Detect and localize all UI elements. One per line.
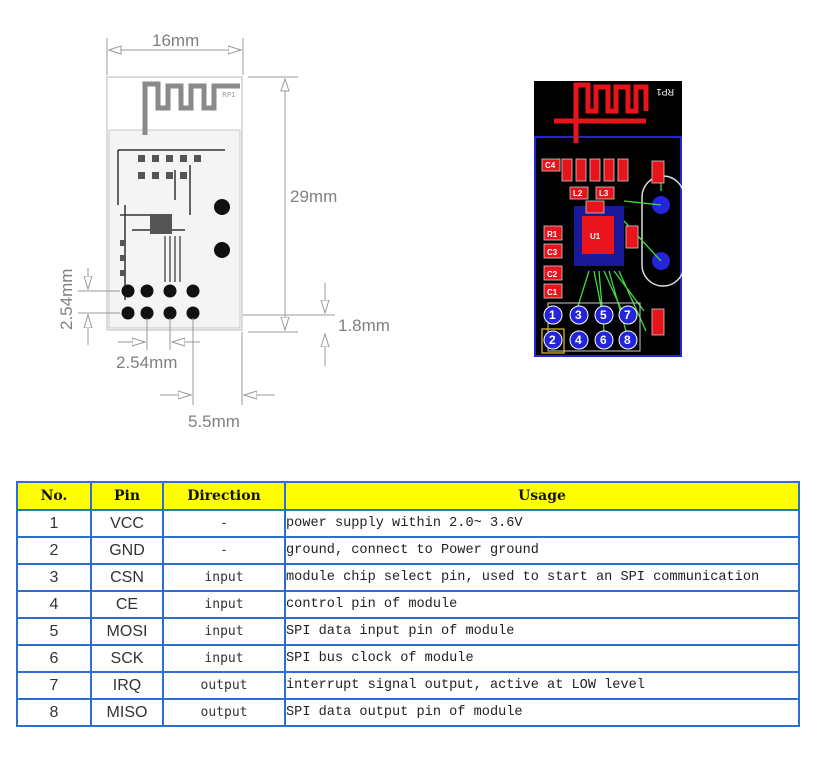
svg-text:C2: C2 bbox=[547, 270, 558, 279]
svg-text:8: 8 bbox=[624, 333, 631, 347]
cell-direction: input bbox=[162, 644, 286, 673]
svg-text:2: 2 bbox=[549, 333, 556, 347]
cell-no: 8 bbox=[16, 698, 92, 727]
cell-direction: output bbox=[162, 671, 286, 700]
svg-text:16mm: 16mm bbox=[152, 31, 199, 50]
table-row: 7 IRQ output interrupt signal output, activ… bbox=[16, 671, 800, 700]
header-direction: Direction bbox=[162, 481, 286, 511]
svg-text:5: 5 bbox=[600, 308, 607, 322]
cell-pin: GND bbox=[90, 536, 164, 565]
svg-text:5.5mm: 5.5mm bbox=[188, 412, 240, 431]
table-row: 2 GND - ground, connect to Power ground bbox=[16, 536, 800, 565]
cell-direction: output bbox=[162, 698, 286, 727]
cell-usage: control pin of module bbox=[284, 590, 800, 619]
svg-text:1.8mm: 1.8mm bbox=[338, 316, 390, 335]
cell-direction: - bbox=[162, 536, 286, 565]
table-header-row: No. Pin Direction Usage bbox=[16, 481, 800, 511]
table-row: 4 CE input control pin of module bbox=[16, 590, 800, 619]
silkscreen-label: RP1 bbox=[222, 91, 236, 99]
cell-direction: input bbox=[162, 563, 286, 592]
cell-usage: ground, connect to Power ground bbox=[284, 536, 800, 565]
cell-direction: input bbox=[162, 590, 286, 619]
cell-no: 4 bbox=[16, 590, 92, 619]
pin-table: No. Pin Direction Usage 1 VCC - power suppl… bbox=[16, 481, 800, 727]
cell-pin: MOSI bbox=[90, 617, 164, 646]
svg-text:4: 4 bbox=[575, 333, 582, 347]
cell-usage: module chip select pin, used to start an… bbox=[284, 563, 800, 592]
svg-text:L2: L2 bbox=[573, 189, 583, 198]
dimension-bottom-offset: 1.8mm bbox=[243, 283, 390, 366]
cell-no: 1 bbox=[16, 509, 92, 538]
dimension-height: 29mm bbox=[248, 76, 337, 333]
cell-direction: - bbox=[162, 509, 286, 538]
svg-text:C3: C3 bbox=[547, 248, 558, 257]
cell-usage: SPI data input pin of module bbox=[284, 617, 800, 646]
cell-usage: power supply within 2.0~ 3.6V bbox=[284, 509, 800, 538]
cell-no: 7 bbox=[16, 671, 92, 700]
header-usage: Usage bbox=[284, 481, 800, 511]
table-row: 6 SCK input SPI bus clock of module bbox=[16, 644, 800, 673]
svg-text:3: 3 bbox=[575, 308, 582, 322]
cell-no: 2 bbox=[16, 536, 92, 565]
cell-pin: SCK bbox=[90, 644, 164, 673]
cell-no: 3 bbox=[16, 563, 92, 592]
cell-usage: SPI data output pin of module bbox=[284, 698, 800, 727]
table-row: 8 MISO output SPI data output pin of module bbox=[16, 698, 800, 727]
cell-usage: SPI bus clock of module bbox=[284, 644, 800, 673]
pcb-layout: RP1 U1 C4 R1 C3 C2 C1 L2 L3 1 3 5 7 2 4 … bbox=[534, 81, 682, 357]
cell-pin: IRQ bbox=[90, 671, 164, 700]
svg-text:R1: R1 bbox=[547, 230, 558, 239]
cell-pin: CSN bbox=[90, 563, 164, 592]
dimension-width: 16mm bbox=[106, 31, 244, 75]
table-row: 3 CSN input module chip select pin, used to… bbox=[16, 563, 800, 592]
label-U1: U1 bbox=[590, 232, 601, 241]
table-row: 1 VCC - power supply within 2.0~ 3.6V bbox=[16, 509, 800, 538]
svg-text:L3: L3 bbox=[599, 189, 609, 198]
table-row: 5 MOSI input SPI data input pin of module bbox=[16, 617, 800, 646]
cell-usage: interrupt signal output, active at LOW l… bbox=[284, 671, 800, 700]
svg-text:1: 1 bbox=[549, 308, 556, 322]
cell-pin: CE bbox=[90, 590, 164, 619]
pcb-antenna-label: RP1 bbox=[656, 87, 674, 97]
dimension-right-offset: 5.5mm bbox=[160, 318, 275, 431]
svg-text:7: 7 bbox=[624, 308, 631, 322]
svg-text:C4: C4 bbox=[545, 161, 556, 170]
cell-no: 6 bbox=[16, 644, 92, 673]
svg-text:2.54mm: 2.54mm bbox=[57, 269, 76, 330]
svg-text:6: 6 bbox=[600, 333, 607, 347]
svg-text:C1: C1 bbox=[547, 288, 558, 297]
svg-text:2.54mm: 2.54mm bbox=[116, 353, 177, 372]
svg-text:29mm: 29mm bbox=[290, 187, 337, 206]
cell-direction: input bbox=[162, 617, 286, 646]
cell-pin: MISO bbox=[90, 698, 164, 727]
mechanical-drawing: RP1 16mm 29mm 1.8mm 2.54mm 2.54mm 5.5mm bbox=[57, 31, 390, 431]
cell-pin: VCC bbox=[90, 509, 164, 538]
header-pin: Pin bbox=[90, 481, 164, 511]
cell-no: 5 bbox=[16, 617, 92, 646]
header-no: No. bbox=[16, 481, 92, 511]
